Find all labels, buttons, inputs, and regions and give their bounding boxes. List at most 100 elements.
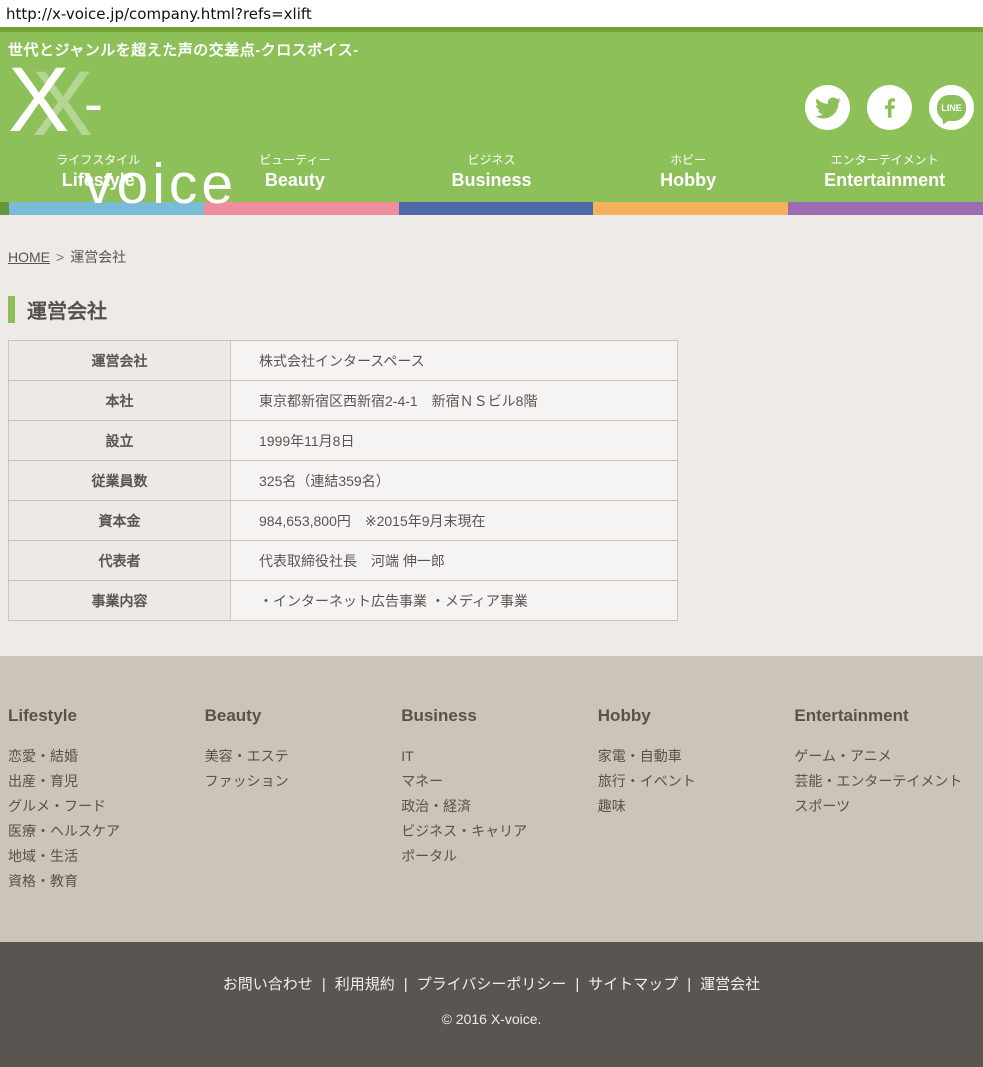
facebook-button[interactable]	[867, 85, 912, 130]
row-label: 本社	[9, 381, 231, 421]
logo-text: -voice	[84, 64, 237, 224]
stripe-entertainment	[788, 202, 983, 215]
footer-link[interactable]: ファッション	[205, 773, 289, 789]
table-row: 運営会社 株式会社インタースペース	[9, 341, 678, 381]
stripe-leader	[0, 202, 9, 215]
list-item: 芸能・エンターテイメント	[794, 769, 983, 794]
facebook-icon	[877, 95, 903, 121]
footer-heading: Hobby	[598, 706, 787, 726]
social-buttons: LINE	[805, 85, 974, 130]
bottom-link-privacy[interactable]: プライバシーポリシー	[417, 976, 567, 993]
breadcrumb: HOME > 運営会社	[8, 247, 975, 267]
bottom-bar: お問い合わせ|利用規約|プライバシーポリシー|サイトマップ|運営会社 © 201…	[0, 942, 983, 1067]
twitter-icon	[815, 95, 841, 121]
url-text: http://x-voice.jp/company.html?refs=xlif…	[0, 0, 983, 27]
footer-col-beauty: Beauty 美容・エステ ファッション	[197, 706, 394, 894]
footer-link[interactable]: 趣味	[598, 798, 626, 814]
row-label: 事業内容	[9, 581, 231, 621]
footer-heading: Business	[401, 706, 590, 726]
footer-link[interactable]: ポータル	[401, 848, 457, 864]
page-title: 運営会社	[8, 295, 975, 324]
bottom-link-terms[interactable]: 利用規約	[335, 976, 395, 993]
list-item: 家電・自動車	[598, 744, 787, 769]
list-item: 資格・教育	[8, 869, 197, 894]
row-label: 設立	[9, 421, 231, 461]
list-item: 医療・ヘルスケア	[8, 819, 197, 844]
separator: |	[575, 976, 579, 993]
breadcrumb-current: 運営会社	[70, 249, 126, 265]
breadcrumb-home-link[interactable]: HOME	[8, 249, 50, 265]
footer-link[interactable]: スポーツ	[794, 798, 850, 814]
stripe-business	[399, 202, 594, 215]
footer-link[interactable]: 旅行・イベント	[598, 773, 696, 789]
bottom-link-contact[interactable]: お問い合わせ	[223, 976, 313, 993]
footer-link[interactable]: 資格・教育	[8, 873, 78, 889]
footer-link[interactable]: グルメ・フード	[8, 798, 106, 814]
logo-row: X X -voice LINE	[0, 60, 983, 150]
list-item: 出産・育児	[8, 769, 197, 794]
copyright: © 2016 X-voice.	[0, 1011, 983, 1027]
list-item: 美容・エステ	[205, 744, 394, 769]
nav-item-hobby[interactable]: ホビー Hobby	[590, 150, 787, 202]
footer-col-entertainment: Entertainment ゲーム・アニメ 芸能・エンターテイメント スポーツ	[786, 706, 983, 894]
logo-x: X	[8, 50, 69, 150]
line-icon: LINE	[937, 95, 966, 121]
footer-link[interactable]: 芸能・エンターテイメント	[794, 773, 962, 789]
list-item: ビジネス・キャリア	[401, 819, 590, 844]
nav-item-entertainment[interactable]: エンターテイメント Entertainment	[786, 150, 983, 202]
list-item: マネー	[401, 769, 590, 794]
footer-link[interactable]: 恋愛・結婚	[8, 748, 78, 764]
list-item: 政治・経済	[401, 794, 590, 819]
footer-link[interactable]: IT	[401, 748, 413, 764]
site-header: 世代とジャンルを超えた声の交差点-クロスボイス- X X -voice LINE	[0, 27, 983, 215]
row-label: 従業員数	[9, 461, 231, 501]
main-content: HOME > 運営会社 運営会社 運営会社 株式会社インタースペース 本社 東京都新…	[0, 215, 983, 656]
footer-col-hobby: Hobby 家電・自動車 旅行・イベント 趣味	[590, 706, 787, 894]
row-value: 325名（連結359名）	[231, 461, 678, 501]
row-label: 資本金	[9, 501, 231, 541]
footer-link[interactable]: ゲーム・アニメ	[794, 748, 891, 764]
twitter-button[interactable]	[805, 85, 850, 130]
list-item: 恋愛・結婚	[8, 744, 197, 769]
footer-link[interactable]: 美容・エステ	[205, 748, 289, 764]
footer-link[interactable]: 家電・自動車	[598, 748, 682, 764]
separator: |	[404, 976, 408, 993]
site-tagline: 世代とジャンルを超えた声の交差点-クロスボイス-	[0, 32, 983, 60]
bottom-links: お問い合わせ|利用規約|プライバシーポリシー|サイトマップ|運営会社	[0, 973, 983, 994]
row-value: 1999年11月8日	[231, 421, 678, 461]
list-item: 趣味	[598, 794, 787, 819]
footer-link[interactable]: 政治・経済	[401, 798, 471, 814]
list-item: ポータル	[401, 844, 590, 869]
footer-heading: Beauty	[205, 706, 394, 726]
nav-item-business[interactable]: ビジネス Business	[393, 150, 590, 202]
footer-link[interactable]: 出産・育児	[8, 773, 78, 789]
footer-col-business: Business IT マネー 政治・経済 ビジネス・キャリア ポータル	[393, 706, 590, 894]
bottom-link-company[interactable]: 運営会社	[700, 976, 760, 993]
table-row: 設立 1999年11月8日	[9, 421, 678, 461]
bottom-link-sitemap[interactable]: サイトマップ	[588, 976, 678, 993]
list-item: ゲーム・アニメ	[794, 744, 983, 769]
list-item: 地域・生活	[8, 844, 197, 869]
table-row: 事業内容 ・インターネット広告事業 ・メディア事業	[9, 581, 678, 621]
footer-link[interactable]: ビジネス・キャリア	[401, 823, 527, 839]
row-value: ・インターネット広告事業 ・メディア事業	[231, 581, 678, 621]
table-row: 本社 東京都新宿区西新宿2-4-1 新宿ＮＳビル8階	[9, 381, 678, 421]
footer-link[interactable]: 地域・生活	[8, 848, 78, 864]
table-row: 資本金 984,653,800円 ※2015年9月末現在	[9, 501, 678, 541]
list-item: 旅行・イベント	[598, 769, 787, 794]
row-label: 代表者	[9, 541, 231, 581]
company-info-table: 運営会社 株式会社インタースペース 本社 東京都新宿区西新宿2-4-1 新宿ＮＳ…	[8, 340, 678, 621]
footer-link[interactable]: マネー	[401, 773, 443, 789]
title-accent-bar	[8, 296, 15, 323]
list-item: グルメ・フード	[8, 794, 197, 819]
separator: |	[687, 976, 691, 993]
footer-link[interactable]: 医療・ヘルスケア	[8, 823, 120, 839]
breadcrumb-separator: >	[56, 249, 64, 265]
list-item: スポーツ	[794, 794, 983, 819]
row-value: 株式会社インタースペース	[231, 341, 678, 381]
stripe-hobby	[593, 202, 788, 215]
line-button[interactable]: LINE	[929, 85, 974, 130]
footer-heading: Lifestyle	[8, 706, 197, 726]
footer-col-lifestyle: Lifestyle 恋愛・結婚 出産・育児 グルメ・フード 医療・ヘルスケア 地…	[0, 706, 197, 894]
footer-heading: Entertainment	[794, 706, 983, 726]
